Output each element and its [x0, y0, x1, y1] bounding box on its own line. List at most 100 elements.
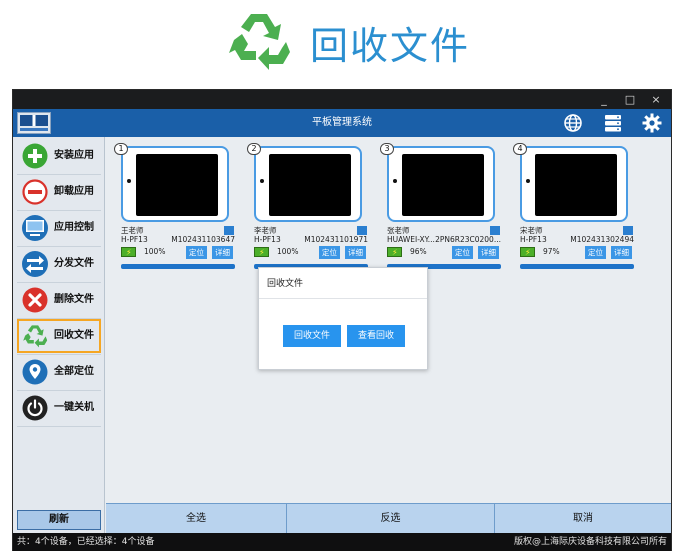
divider: [17, 282, 101, 283]
close-button[interactable]: ×: [643, 90, 669, 109]
device-model: H-PF13: [520, 235, 547, 244]
sidebar-item-label: 分发文件: [54, 258, 94, 269]
recycle-dialog: 回收文件 回收文件 查看回收: [258, 267, 428, 370]
status-flag-icon: [357, 226, 367, 235]
status-flag-icon: [623, 226, 633, 235]
transfer-icon: [22, 251, 48, 277]
sidebar-item-label: 回收文件: [54, 330, 94, 341]
divider: [17, 426, 101, 427]
power-icon: [22, 395, 48, 421]
tablet-frame: [520, 146, 628, 222]
battery-icon: ⚡: [387, 247, 402, 257]
battery-level: 96%: [410, 247, 427, 256]
tablet-screen: [535, 154, 617, 216]
device-serial: M102431101971: [304, 235, 368, 244]
status-flag-icon: [224, 226, 234, 235]
location-icon: [22, 359, 48, 385]
detail-button[interactable]: 详细: [345, 246, 366, 259]
cancel-button[interactable]: 取消: [494, 504, 671, 533]
computer-icon: [22, 215, 48, 241]
select-all-button[interactable]: 全选: [106, 504, 286, 533]
page: 回收文件 _ □ × 平板管理系统 安装应用 卸载应用 应用控制 分发文件 删除…: [0, 0, 694, 557]
dialog-title: 回收文件: [267, 279, 304, 289]
detail-button[interactable]: 详细: [478, 246, 499, 259]
device-card[interactable]: 4 宋老师 H-PF13 M102431302494 ⚡ 97% 定位 详细: [510, 143, 638, 271]
device-status-bar: [121, 264, 235, 269]
banner: 回收文件: [0, 0, 694, 88]
divider: [17, 390, 101, 391]
divider: [17, 174, 101, 175]
device-serial: M102431103647: [171, 235, 235, 244]
tablet-screen: [136, 154, 218, 216]
camera-dot: [526, 179, 530, 183]
selection-status: 共：4个设备，已经选择：4个设备: [17, 537, 155, 547]
maximize-button[interactable]: □: [617, 90, 643, 109]
device-serial: 2PN6R23C0200...: [435, 235, 501, 244]
minimize-button[interactable]: _: [591, 90, 617, 109]
camera-dot: [393, 179, 397, 183]
recycle-file-button[interactable]: 回收文件: [283, 325, 341, 347]
locate-button[interactable]: 定位: [319, 246, 340, 259]
plus-icon: [22, 143, 48, 169]
app-header: 平板管理系统: [13, 109, 671, 137]
sidebar-item-label: 应用控制: [54, 222, 94, 233]
copyright-text: 版权@上海际庆设备科技有限公司所有: [513, 537, 667, 547]
sidebar-item-recycle-file[interactable]: 回收文件: [17, 319, 101, 353]
divider: [17, 210, 101, 211]
device-number: 1: [114, 143, 128, 155]
sidebar-item-locate-all[interactable]: 全部定位: [17, 356, 101, 388]
recycle-icon: [23, 325, 48, 348]
tablet-frame: [121, 146, 229, 222]
device-model: HUAWEI-XY...: [387, 235, 435, 244]
battery-level: 100%: [144, 247, 166, 256]
sidebar-item-app-control[interactable]: 应用控制: [17, 212, 101, 244]
divider: [259, 298, 427, 299]
recycle-icon: [229, 14, 290, 70]
locate-button[interactable]: 定位: [186, 246, 207, 259]
battery-icon: ⚡: [254, 247, 269, 257]
device-card[interactable]: 3 张老师 HUAWEI-XY... 2PN6R23C0200... ⚡ 96%…: [377, 143, 505, 271]
device-number: 4: [513, 143, 527, 155]
sidebar-item-label: 卸载应用: [54, 186, 94, 197]
minus-icon: [22, 179, 48, 205]
camera-dot: [260, 179, 264, 183]
sidebar-item-label: 一键关机: [54, 402, 94, 413]
device-card[interactable]: 2 李老师 H-PF13 M102431101971 ⚡ 100% 定位 详细: [244, 143, 372, 271]
sidebar-item-distribute-file[interactable]: 分发文件: [17, 248, 101, 280]
camera-dot: [127, 179, 131, 183]
sidebar-item-label: 全部定位: [54, 366, 94, 377]
sidebar: 安装应用 卸载应用 应用控制 分发文件 删除文件 回收文件 全部定位 一键关机 …: [13, 137, 105, 551]
tablet-frame: [387, 146, 495, 222]
detail-button[interactable]: 详细: [212, 246, 233, 259]
sidebar-item-shutdown[interactable]: 一键关机: [17, 392, 101, 424]
battery-icon: ⚡: [121, 247, 136, 257]
window-titlebar: _ □ ×: [13, 90, 671, 109]
bottom-action-bar: 全选 反选 取消: [106, 503, 671, 533]
locate-button[interactable]: 定位: [585, 246, 606, 259]
device-number: 3: [380, 143, 394, 155]
tablet-screen: [269, 154, 351, 216]
sidebar-item-install-app[interactable]: 安装应用: [17, 140, 101, 172]
invert-selection-button[interactable]: 反选: [286, 504, 494, 533]
sidebar-item-uninstall-app[interactable]: 卸载应用: [17, 176, 101, 208]
gear-icon[interactable]: [642, 113, 662, 133]
device-card[interactable]: 1 王老师 H-PF13 M102431103647 ⚡ 100% 定位 详细: [111, 143, 239, 271]
detail-button[interactable]: 详细: [611, 246, 632, 259]
sidebar-item-label: 删除文件: [54, 294, 94, 305]
tablet-screen: [402, 154, 484, 216]
globe-icon[interactable]: [563, 113, 583, 133]
banner-title: 回收文件: [310, 24, 471, 68]
device-serial: M102431302494: [570, 235, 634, 244]
server-icon[interactable]: [603, 113, 623, 133]
sidebar-item-label: 安装应用: [54, 150, 94, 161]
status-bar: 共：4个设备，已经选择：4个设备 版权@上海际庆设备科技有限公司所有: [13, 533, 671, 551]
sidebar-item-delete-file[interactable]: 删除文件: [17, 284, 101, 316]
battery-level: 100%: [277, 247, 299, 256]
refresh-button[interactable]: 刷新: [17, 510, 101, 530]
view-recycle-button[interactable]: 查看回收: [347, 325, 405, 347]
device-model: H-PF13: [254, 235, 281, 244]
tablet-frame: [254, 146, 362, 222]
divider: [17, 246, 101, 247]
locate-button[interactable]: 定位: [452, 246, 473, 259]
divider: [17, 354, 101, 355]
